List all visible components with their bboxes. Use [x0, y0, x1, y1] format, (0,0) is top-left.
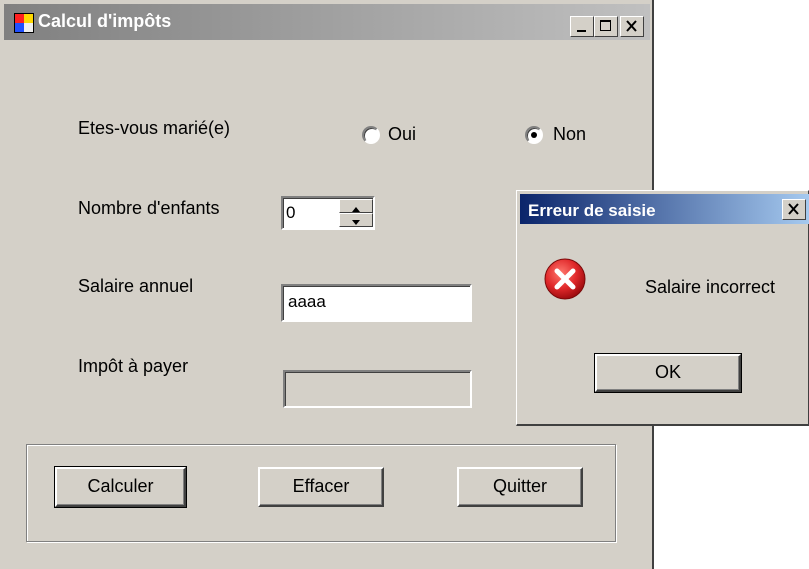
quit-button[interactable]: Quitter: [457, 467, 583, 507]
close-icon: [788, 203, 799, 215]
radio-yes-label: Oui: [388, 124, 417, 144]
arrow-down-icon: [352, 220, 360, 225]
married-label: Etes-vous marié(e): [78, 118, 231, 138]
radio-no-label: Non: [553, 124, 587, 144]
children-value: 0: [286, 203, 296, 222]
salary-input[interactable]: aaaa: [281, 284, 472, 322]
stepper-up-button[interactable]: [339, 199, 373, 213]
salary-label: Salaire annuel: [78, 276, 194, 296]
radio-yes-circle[interactable]: [362, 126, 380, 144]
maximize-button[interactable]: [594, 16, 618, 37]
children-stepper[interactable]: 0: [281, 196, 375, 230]
dialog-titlebar[interactable]: Erreur de saisie: [520, 194, 809, 224]
children-label: Nombre d'enfants: [78, 198, 220, 218]
radio-selected-dot: [531, 132, 537, 138]
window-title: Calcul d'impôts: [38, 11, 172, 31]
dialog-close-button[interactable]: [782, 199, 806, 220]
minimize-icon: [577, 30, 586, 32]
salary-value: aaaa: [288, 292, 326, 311]
dialog-message: Salaire incorrect: [645, 277, 776, 297]
ok-button[interactable]: OK: [594, 353, 742, 393]
minimize-button[interactable]: [570, 16, 594, 37]
calculate-button[interactable]: Calculer: [54, 466, 187, 508]
tax-label: Impôt à payer: [78, 356, 189, 376]
clear-button[interactable]: Effacer: [258, 467, 384, 507]
radio-no-circle[interactable]: [525, 126, 543, 144]
main-titlebar[interactable]: Calcul d'impôts: [4, 4, 650, 40]
maximize-icon: [600, 20, 611, 31]
stepper-down-button[interactable]: [339, 213, 373, 227]
dialog-title: Erreur de saisie: [528, 201, 656, 220]
error-dialog: Erreur de saisie Salaire incorrect OK: [516, 190, 809, 426]
close-button[interactable]: [620, 16, 644, 37]
close-icon: [626, 20, 637, 32]
error-icon: [544, 258, 586, 300]
tax-output: [283, 370, 472, 408]
app-icon: [14, 13, 34, 33]
